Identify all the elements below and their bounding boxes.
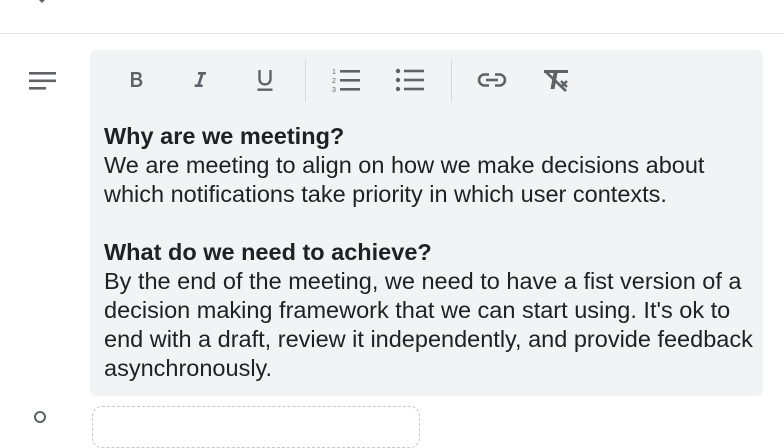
toolbar-separator: [305, 60, 306, 102]
add-guests-field[interactable]: [92, 406, 420, 448]
svg-text:1: 1: [332, 69, 336, 76]
underline-button[interactable]: [245, 60, 285, 100]
clear-formatting-icon: [544, 70, 568, 92]
insert-link-button[interactable]: [472, 60, 512, 100]
description-heading: What do we need to achieve?: [104, 239, 432, 265]
italic-button[interactable]: [180, 60, 220, 100]
bold-icon: [131, 72, 143, 87]
description-content[interactable]: Why are we meeting? We are meeting to al…: [104, 122, 754, 383]
bulleted-list-icon: [395, 68, 424, 92]
bold-button[interactable]: [116, 60, 156, 100]
svg-text:3: 3: [332, 87, 336, 93]
italic-icon: [194, 72, 206, 87]
toolbar-separator: [451, 60, 452, 102]
notes-icon: [29, 70, 57, 92]
formatting-toolbar: 1 2 3: [90, 50, 763, 110]
svg-text:2: 2: [332, 78, 336, 85]
description-paragraph: By the end of the meeting, we need to ha…: [104, 268, 753, 381]
description-paragraph: We are meeting to align on how we make d…: [104, 152, 705, 207]
description-editor[interactable]: 1 2 3 Why are we meeting? We are meeting…: [90, 50, 763, 396]
description-heading: Why are we meeting?: [104, 123, 345, 149]
person-icon: [33, 410, 47, 424]
section-divider: [0, 33, 784, 34]
clear-formatting-button[interactable]: [536, 60, 576, 100]
bulleted-list-button[interactable]: [390, 60, 430, 100]
link-icon: [477, 73, 507, 87]
underline-icon: [257, 70, 273, 91]
numbered-list-icon: 1 2 3: [332, 69, 360, 93]
numbered-list-button[interactable]: 1 2 3: [326, 60, 366, 100]
chevron-down-icon[interactable]: [33, 0, 51, 6]
